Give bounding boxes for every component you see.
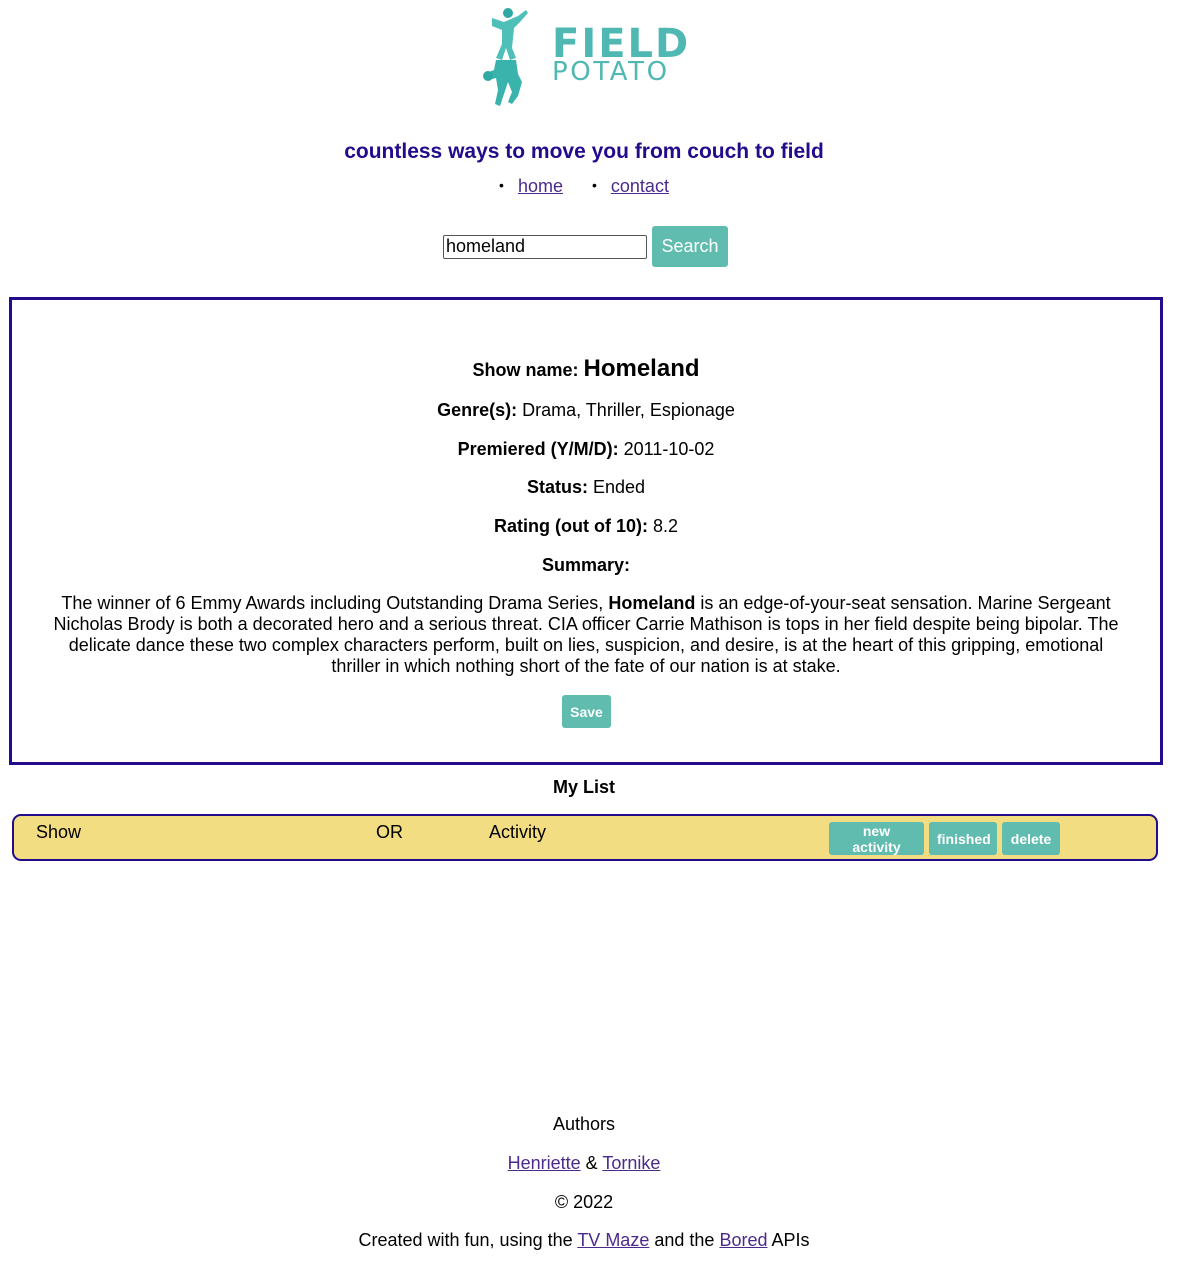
main-nav: • home • contact <box>0 176 1168 197</box>
save-button[interactable]: Save <box>562 695 611 728</box>
credits-text-start: Created with fun, using the <box>358 1230 573 1250</box>
search-button[interactable]: Search <box>652 226 728 267</box>
page: FIELD POTATO countless ways to move you … <box>0 0 1181 1272</box>
genres-value: Drama, Thriller, Espionage <box>522 400 735 420</box>
status-field: Status: Ended <box>12 477 1160 498</box>
bullet-icon: • <box>592 177 597 193</box>
summary-text: The winner of 6 Emmy Awards including Ou… <box>48 593 1124 677</box>
show-details-card: Show name: Homeland Genre(s): Drama, Thr… <box>9 297 1163 765</box>
logo-word-potato: POTATO <box>552 57 670 87</box>
tagline: countless ways to move you from couch to… <box>344 140 824 163</box>
genres-field: Genre(s): Drama, Thriller, Espionage <box>12 400 1160 421</box>
home-link[interactable]: home <box>518 176 563 196</box>
summary-label: Summary: <box>541 555 631 575</box>
status-label: Status: <box>526 477 588 497</box>
summary-text-start: The winner of 6 Emmy Awards including Ou… <box>61 593 604 613</box>
credits-line: Created with fun, using the TV Maze and … <box>0 1230 1168 1251</box>
new-activity-button[interactable]: new activity <box>829 822 924 855</box>
show-name-field: Show name: Homeland <box>12 355 1160 383</box>
list-row: Show OR Activity new activity finished d… <box>12 814 1158 861</box>
status-value: Ended <box>592 477 646 497</box>
list-row-or: OR <box>376 822 403 842</box>
my-list-title: My List <box>552 777 615 797</box>
credits-text-end: APIs <box>771 1230 810 1250</box>
summary-heading: Summary: <box>12 555 1160 576</box>
authors-heading: Authors <box>552 1114 616 1134</box>
search-form: Search <box>443 226 728 267</box>
premiered-label: Premiered (Y/M/D): <box>457 439 619 459</box>
credits-text-mid: and the <box>654 1230 715 1250</box>
author-henriette-link[interactable]: Henriette <box>508 1153 581 1173</box>
finished-button[interactable]: finished <box>929 822 997 855</box>
author-tornike-link[interactable]: Tornike <box>602 1153 660 1173</box>
premiered-value: 2011-10-02 <box>623 439 715 459</box>
author-separator: & <box>585 1153 598 1173</box>
show-title: Homeland <box>583 355 700 382</box>
bored-link[interactable]: Bored <box>719 1230 767 1250</box>
list-row-activity: Activity <box>489 822 547 842</box>
nav-item-home: • home <box>499 176 563 197</box>
rating-label: Rating (out of 10): <box>493 516 648 536</box>
genres-label: Genre(s): <box>437 400 518 420</box>
acrobat-figures-icon <box>483 8 528 106</box>
copyright: © 2022 <box>554 1192 614 1212</box>
rating-field: Rating (out of 10): 8.2 <box>12 516 1160 537</box>
summary-show-name: Homeland <box>608 593 696 613</box>
authors-line: Henriette & Tornike <box>0 1153 1168 1174</box>
premiered-field: Premiered (Y/M/D): 2011-10-02 <box>12 439 1160 460</box>
show-name-label: Show name: <box>472 360 579 380</box>
field-potato-logo: FIELD POTATO <box>478 4 698 108</box>
contact-link[interactable]: contact <box>611 176 669 196</box>
tv-maze-link[interactable]: TV Maze <box>577 1230 649 1250</box>
delete-button[interactable]: delete <box>1002 822 1060 855</box>
rating-value: 8.2 <box>652 516 679 536</box>
search-input[interactable] <box>443 234 647 259</box>
list-row-show: Show <box>36 822 82 842</box>
nav-item-contact: • contact <box>592 176 669 197</box>
bullet-icon: • <box>499 177 504 193</box>
